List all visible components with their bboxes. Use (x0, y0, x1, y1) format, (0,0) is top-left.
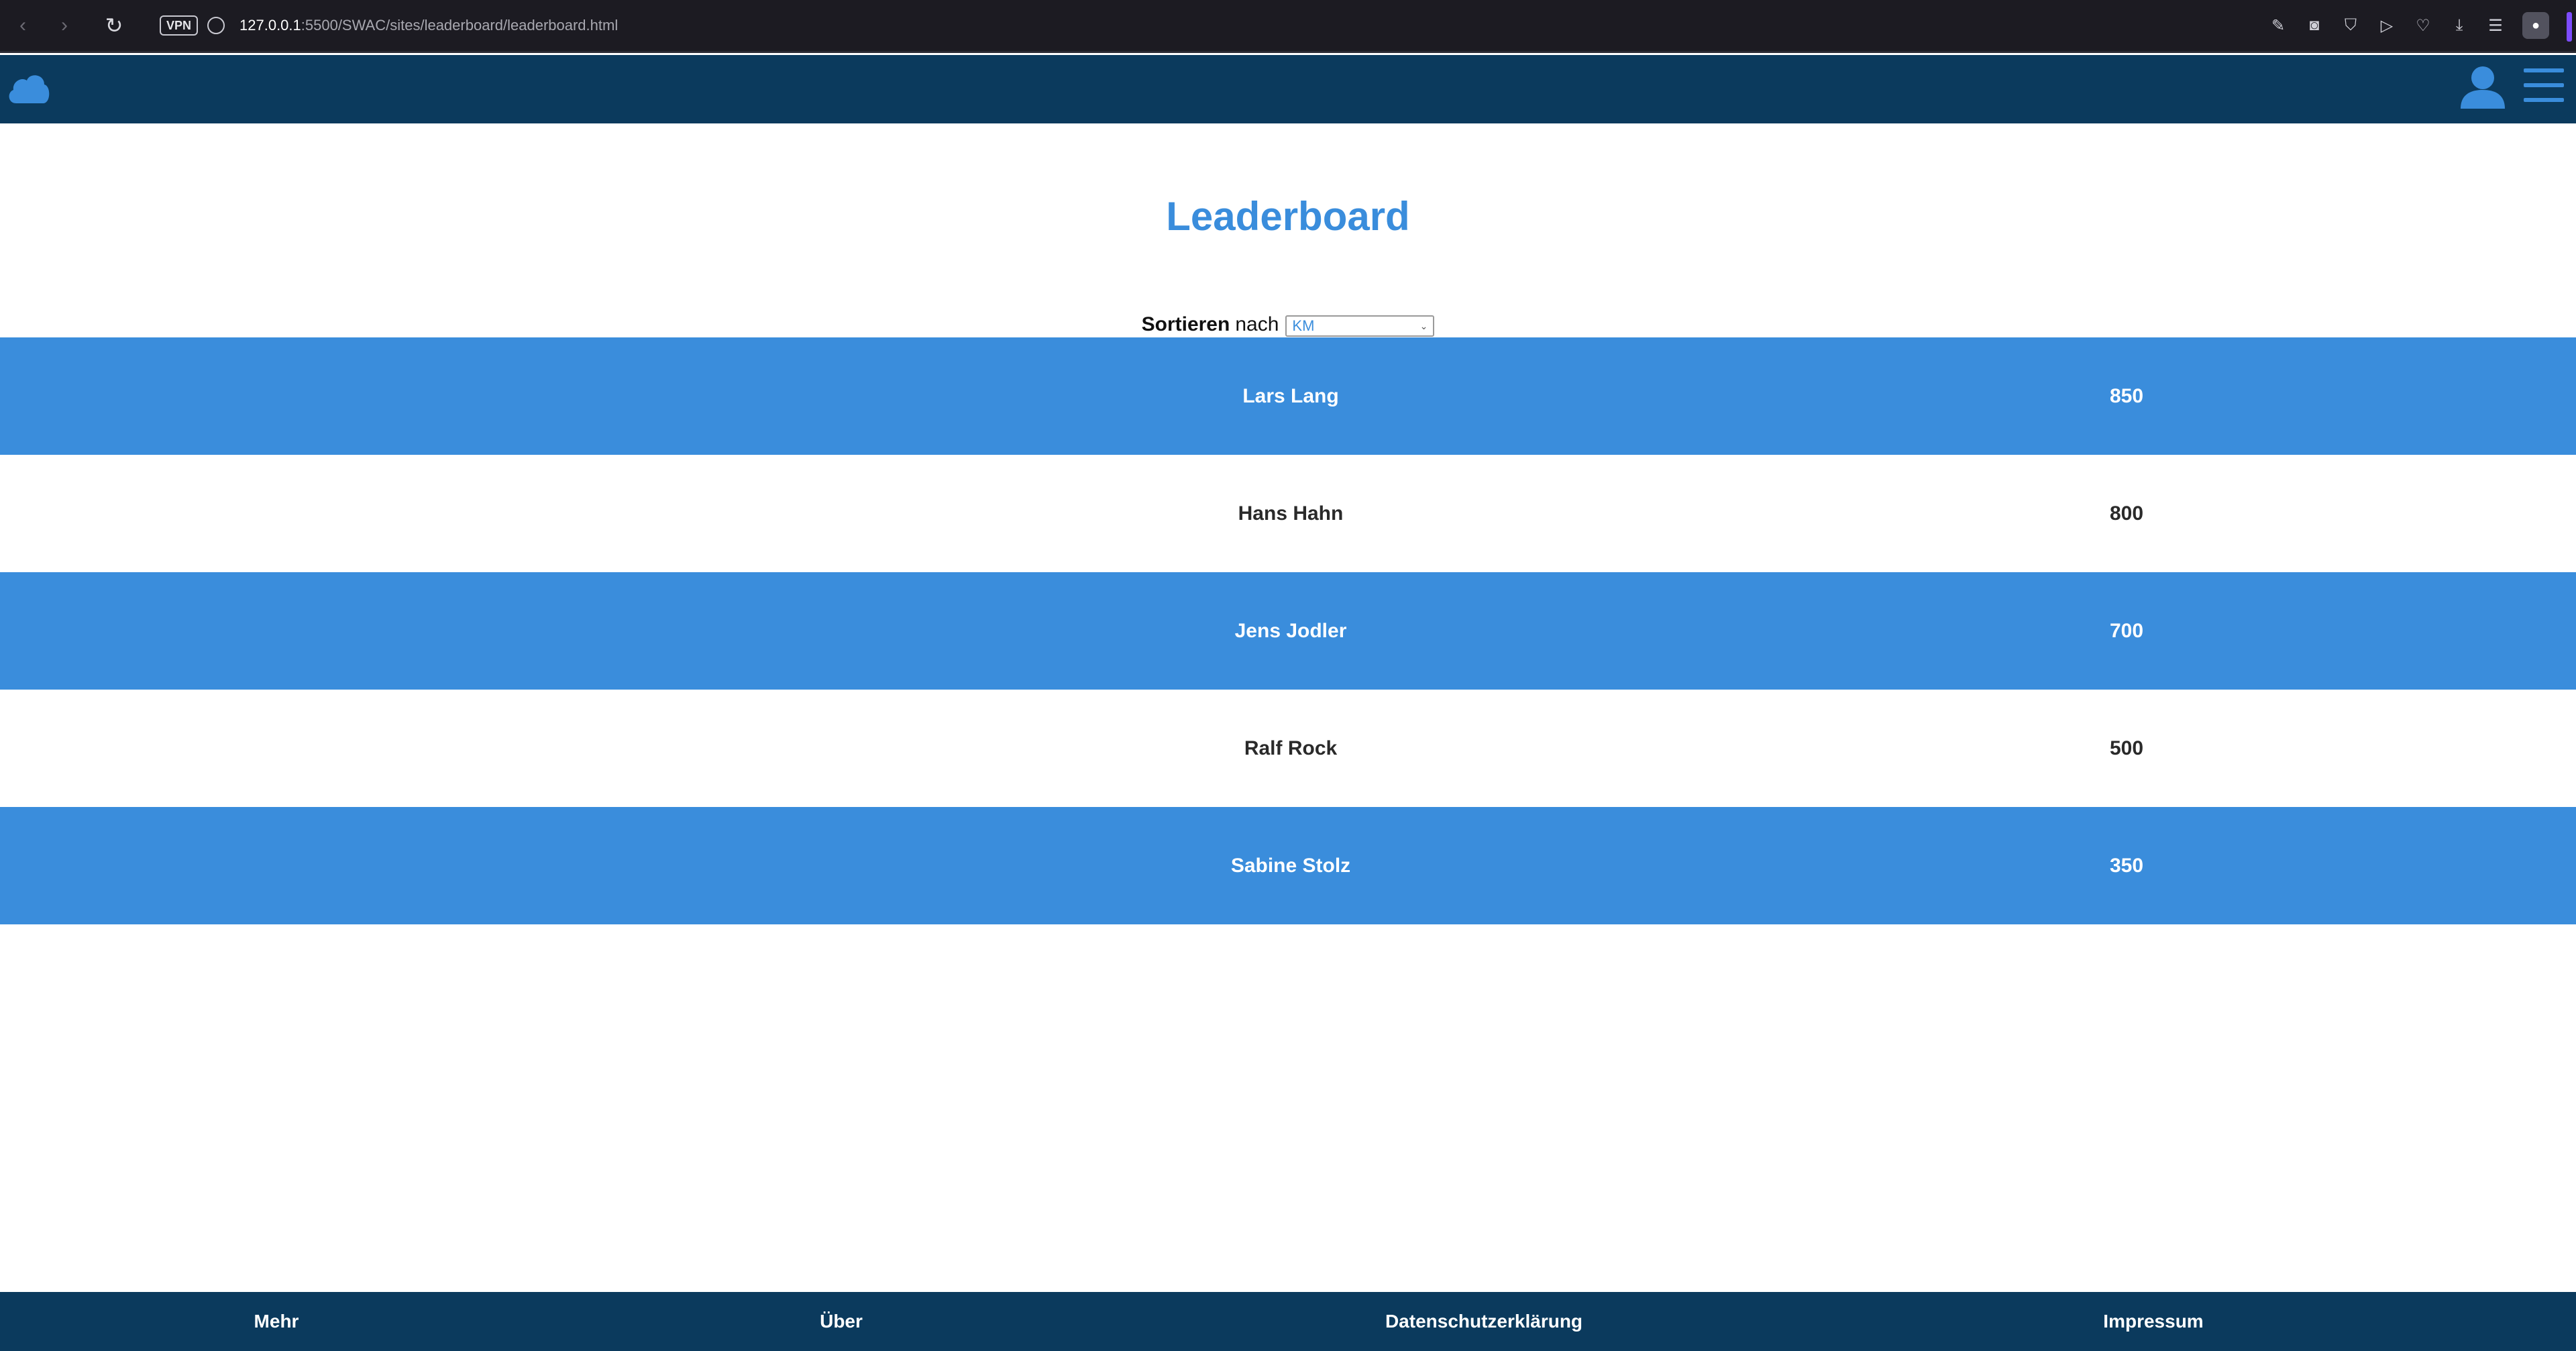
player-name: Ralf Rock (1244, 737, 1338, 759)
sort-selected-value: KM (1292, 317, 1315, 334)
address-bar[interactable]: 127.0.0.1:5500/SWAC/sites/leaderboard/le… (239, 17, 618, 34)
player-name: Sabine Stolz (1230, 854, 1351, 877)
browser-toolbar: ‹ › ↻ VPN 127.0.0.1:5500/SWAC/sites/lead… (0, 0, 2576, 53)
shield-icon[interactable]: ⛉ (2341, 16, 2360, 35)
player-score: 850 (2109, 384, 2144, 407)
footer-link-mehr[interactable]: Mehr (109, 1292, 444, 1351)
cloud-icon[interactable] (5, 66, 52, 113)
leaderboard-row: Sabine Stolz 350 (0, 807, 2576, 924)
play-icon[interactable]: ▷ (2377, 16, 2396, 35)
leaderboard-row: Hans Hahn 800 (0, 455, 2576, 572)
sort-select[interactable]: KM ⌄ (1285, 315, 1435, 337)
footer-link-datenschutz[interactable]: Datenschutzerklärung (1316, 1292, 1652, 1351)
footer-link-ueber[interactable]: Über (674, 1292, 1009, 1351)
sort-label-bold: Sortieren (1141, 313, 1230, 335)
leaderboard-table: Lars Lang 850 Hans Hahn 800 Jens Jodler … (0, 337, 2576, 924)
back-icon[interactable]: ‹ (9, 12, 36, 39)
player-name: Hans Hahn (1238, 502, 1344, 525)
user-icon[interactable] (2458, 62, 2508, 111)
sort-label: nach (1235, 313, 1279, 335)
page-title: Leaderboard (1166, 194, 1410, 239)
download-icon[interactable]: ⤓ (2450, 16, 2469, 35)
camera-icon[interactable]: ◙ (2305, 16, 2324, 35)
player-score: 800 (2109, 502, 2144, 525)
footer-link-impressum[interactable]: Impressum (1986, 1292, 2321, 1351)
player-score: 350 (2109, 854, 2144, 877)
player-name: Jens Jodler (1234, 619, 1347, 642)
leaderboard-row: Lars Lang 850 (0, 337, 2576, 455)
chevron-down-icon: ⌄ (1419, 320, 1428, 331)
globe-icon (207, 17, 225, 34)
player-name: Lars Lang (1242, 384, 1339, 407)
player-score: 500 (2109, 737, 2144, 759)
leaderboard-row: Ralf Rock 500 (0, 690, 2576, 807)
vpn-badge[interactable]: VPN (160, 15, 199, 36)
forward-icon[interactable]: › (51, 12, 78, 39)
heart-icon[interactable]: ♡ (2414, 16, 2432, 35)
app-header (0, 55, 2576, 123)
url-host: 127.0.0.1 (239, 17, 301, 34)
url-path: :5500/SWAC/sites/leaderboard/leaderboard… (301, 17, 619, 34)
list-icon[interactable]: ☰ (2486, 16, 2505, 35)
sort-control: Sortieren nach KM ⌄ (0, 313, 2576, 337)
reload-icon[interactable]: ↻ (101, 12, 127, 39)
profile-icon[interactable]: ● (2522, 12, 2549, 39)
sidebar-accent (2567, 12, 2572, 42)
leaderboard-row: Jens Jodler 700 (0, 572, 2576, 690)
footer: Mehr Über Datenschutzerklärung Impressum (0, 1292, 2576, 1351)
hamburger-menu-icon[interactable] (2522, 64, 2565, 107)
player-score: 700 (2109, 619, 2144, 642)
edit-icon[interactable]: ✎ (2269, 16, 2288, 35)
